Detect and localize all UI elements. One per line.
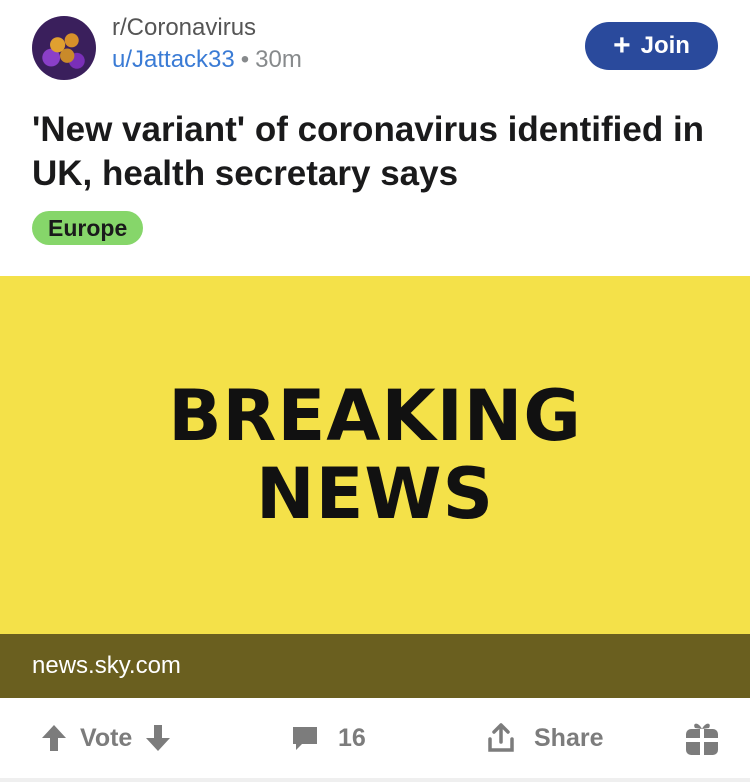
subreddit-name[interactable]: r/Coronavirus [112,14,256,42]
comments-button[interactable]: 16 [290,718,366,758]
link-domain-bar[interactable]: news.sky.com [0,634,750,698]
post-header: r/Coronavirus u/Jattack33 • 30m + Join [0,0,750,100]
share-button[interactable]: Share [486,718,603,758]
post-media-image[interactable]: BREAKING NEWS [0,276,750,634]
media-text-line-1: BREAKING [168,375,582,457]
comment-count: 16 [338,723,366,752]
bottom-divider [0,778,750,782]
post-meta: u/Jattack33 • 30m [112,46,302,74]
post-age: 30m [255,46,302,73]
author-link[interactable]: u/Jattack33 [112,46,235,73]
post-flair[interactable]: Europe [32,211,144,245]
share-upload-icon [486,722,516,754]
meta-separator: • [240,46,250,73]
link-domain: news.sky.com [32,652,181,679]
vote-label: Vote [80,723,133,752]
post-action-bar: Vote 16 Share [0,698,750,782]
join-label: Join [640,32,690,59]
arrow-up-icon[interactable] [40,723,68,753]
join-button[interactable]: + Join [585,22,718,70]
vote-control: Vote [40,718,172,758]
media-text-line-2: NEWS [255,453,495,535]
subreddit-avatar[interactable] [32,16,96,80]
comment-bubble-icon [290,723,320,753]
gift-award-icon [684,719,720,757]
plus-icon: + [613,29,631,62]
post-title[interactable]: 'New variant' of coronavirus identified … [32,108,722,196]
arrow-down-icon[interactable] [144,723,172,753]
share-label: Share [534,723,604,752]
award-button[interactable] [684,718,720,758]
